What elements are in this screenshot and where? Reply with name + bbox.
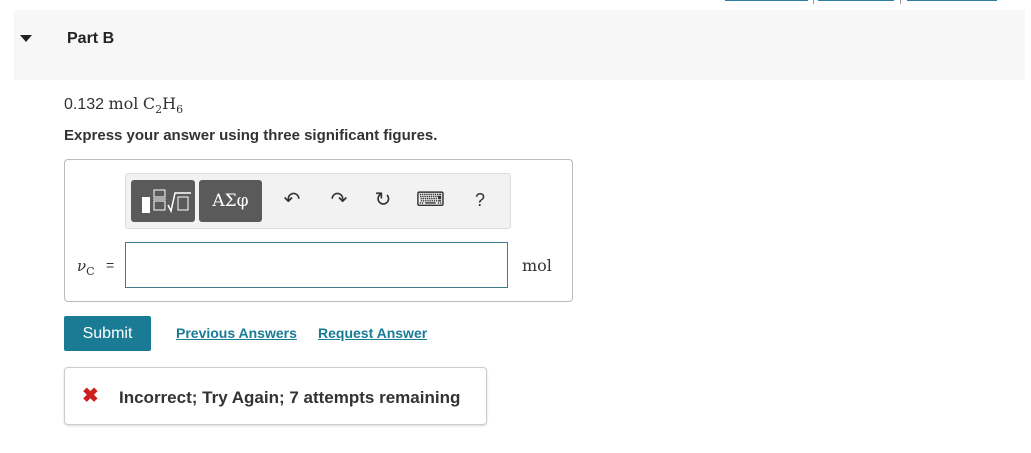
incorrect-x-icon: ✖ xyxy=(82,385,99,407)
feedback-box: ✖ Incorrect; Try Again; 7 attempts remai… xyxy=(64,367,487,425)
previous-answers-link[interactable]: Previous Answers xyxy=(176,325,297,341)
part-title: Part B xyxy=(67,30,115,47)
templates-icon xyxy=(142,189,191,214)
given-unit: mol xyxy=(108,94,139,113)
answer-equals: = xyxy=(106,257,115,273)
feedback-message: Incorrect; Try Again; 7 attempts remaini… xyxy=(119,388,461,407)
given-quantity: 0.132 mol C2H6 xyxy=(64,94,183,116)
given-amount: 0.132 xyxy=(64,96,105,113)
part-header[interactable] xyxy=(14,10,1025,80)
undo-icon[interactable]: ↶ xyxy=(280,188,304,212)
redo-icon[interactable]: ↷ xyxy=(327,188,351,212)
collapse-caret-icon[interactable] xyxy=(20,35,32,42)
answer-unit: mol xyxy=(522,256,552,275)
submit-button[interactable]: Submit xyxy=(64,316,151,351)
request-answer-link[interactable]: Request Answer xyxy=(318,325,427,341)
math-toolbar: ΑΣφ ↶ ↷ ↻ ⌨ ? xyxy=(125,173,511,229)
instructions: Express your answer using three signific… xyxy=(64,127,438,144)
templates-button[interactable] xyxy=(131,180,195,222)
answer-input[interactable] xyxy=(125,242,508,288)
help-icon[interactable]: ? xyxy=(468,188,492,212)
reset-icon[interactable]: ↻ xyxy=(371,188,395,212)
given-formula: C2H6 xyxy=(142,94,184,117)
answer-variable-label: νC xyxy=(77,257,95,278)
greek-symbols-button[interactable]: ΑΣφ xyxy=(199,180,262,222)
keyboard-icon[interactable]: ⌨ xyxy=(416,188,445,212)
